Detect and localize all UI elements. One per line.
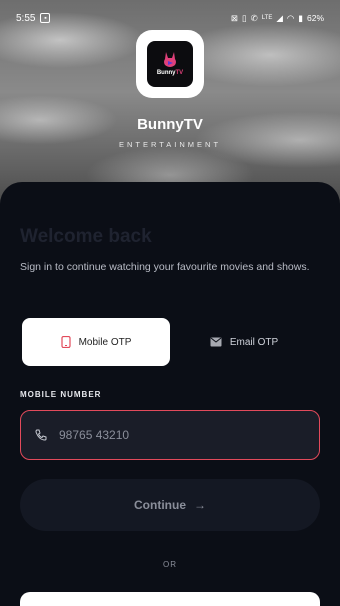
app-tagline: ENTERTAINMENT bbox=[118, 140, 222, 149]
phone-call-icon bbox=[35, 429, 47, 441]
battery-icon: ▮ bbox=[298, 12, 303, 23]
continue-button[interactable]: Continue → bbox=[20, 479, 320, 531]
mail-icon bbox=[210, 337, 222, 347]
mobile-number-input[interactable] bbox=[59, 428, 279, 442]
mobile-number-field[interactable] bbox=[20, 410, 320, 460]
login-method-tabs: Mobile OTP Email OTP bbox=[22, 318, 320, 366]
call-icon: ✆ bbox=[250, 12, 258, 23]
app-logo: BunnyTV bbox=[136, 30, 204, 98]
battery-level: 62% bbox=[306, 13, 324, 23]
phone-icon bbox=[60, 336, 71, 348]
signal-icon: ◢ bbox=[276, 12, 283, 23]
bunny-icon bbox=[164, 52, 176, 67]
tab-email-otp[interactable]: Email OTP bbox=[170, 318, 318, 366]
alternate-login-button[interactable] bbox=[20, 592, 320, 606]
or-divider: OR bbox=[163, 560, 177, 569]
tab-mobile-otp[interactable]: Mobile OTP bbox=[22, 318, 170, 366]
tab-email-otp-label: Email OTP bbox=[229, 336, 279, 348]
mobile-number-label: MOBILE NUMBER bbox=[20, 390, 102, 399]
app-name: BunnyTV bbox=[137, 116, 203, 133]
logo-wordmark: BunnyTV bbox=[156, 70, 184, 76]
tab-mobile-otp-label: Mobile OTP bbox=[78, 336, 132, 348]
continue-label: Continue bbox=[134, 498, 186, 512]
welcome-subtitle: Sign in to continue watching your favour… bbox=[20, 261, 310, 273]
nfc-icon: ⊠ bbox=[230, 12, 238, 23]
lte-icon: LTE bbox=[261, 15, 273, 21]
wifi-icon: ◠ bbox=[286, 12, 295, 23]
vibrate-icon: ▯ bbox=[241, 12, 247, 23]
welcome-title: Welcome back bbox=[20, 226, 152, 247]
app-notification-icon: ▪ bbox=[40, 13, 51, 23]
arrow-right-icon: → bbox=[194, 498, 206, 512]
status-time: 5:55 bbox=[16, 12, 36, 24]
